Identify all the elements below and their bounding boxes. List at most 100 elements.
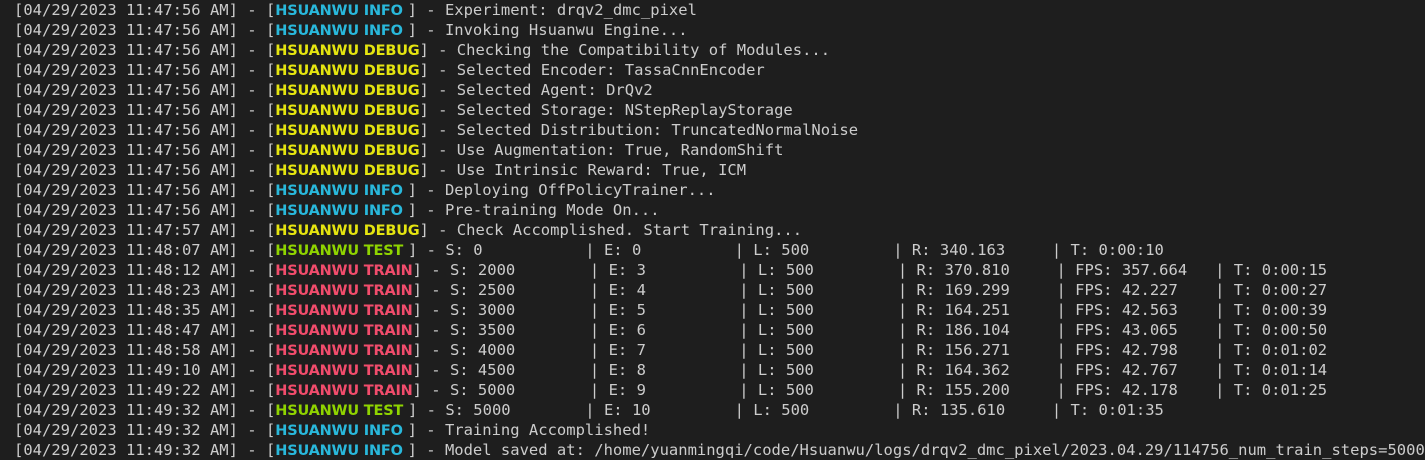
log-timestamp: [04/29/2023 11:48:07 AM] — [14, 241, 238, 259]
log-level: DEBUG — [363, 43, 420, 59]
log-separator: ] - — [412, 281, 450, 299]
log-line: [04/29/2023 11:48:58 AM] - [HSUANWU TRAI… — [14, 340, 1425, 360]
log-level-tag: HSUANWU DEBUG — [275, 123, 419, 139]
log-brand: HSUANWU — [275, 383, 359, 399]
log-timestamp: [04/29/2023 11:49:32 AM] — [14, 441, 238, 459]
log-timestamp: [04/29/2023 11:49:32 AM] — [14, 401, 238, 419]
log-brand: HSUANWU — [275, 443, 359, 459]
log-message: Model saved at: /home/yuanmingqi/code/Hs… — [444, 441, 1425, 459]
log-line: [04/29/2023 11:47:56 AM] - [HSUANWU INFO… — [14, 200, 1425, 220]
log-brand: HSUANWU — [275, 403, 359, 419]
log-timestamp: [04/29/2023 11:47:56 AM] — [14, 201, 238, 219]
log-separator: ] - — [419, 61, 457, 79]
log-level: INFO — [363, 423, 408, 439]
log-separator: ] - — [419, 101, 457, 119]
log-message: Experiment: drqv2_dmc_pixel — [444, 1, 697, 19]
log-separator: - [ — [237, 161, 276, 179]
log-timestamp: [04/29/2023 11:48:35 AM] — [14, 301, 238, 319]
log-timestamp: [04/29/2023 11:47:56 AM] — [14, 181, 238, 199]
log-level-tag: HSUANWU TRAIN — [275, 283, 413, 299]
log-level-tag: HSUANWU INFO — [275, 203, 407, 219]
log-line: [04/29/2023 11:47:57 AM] - [HSUANWU DEBU… — [14, 220, 1425, 240]
log-timestamp: [04/29/2023 11:47:56 AM] — [14, 81, 238, 99]
log-line: [04/29/2023 11:49:10 AM] - [HSUANWU TRAI… — [14, 360, 1425, 380]
log-message: Selected Agent: DrQv2 — [456, 81, 653, 99]
log-level: INFO — [363, 23, 408, 39]
log-level-tag: HSUANWU TEST — [275, 403, 408, 419]
log-timestamp: [04/29/2023 11:47:56 AM] — [14, 161, 238, 179]
log-line: [04/29/2023 11:47:56 AM] - [HSUANWU DEBU… — [14, 140, 1425, 160]
log-line: [04/29/2023 11:47:56 AM] - [HSUANWU INFO… — [14, 20, 1425, 40]
log-level-tag: HSUANWU DEBUG — [275, 63, 419, 79]
log-level: DEBUG — [363, 103, 420, 119]
log-separator: - [ — [237, 441, 276, 459]
log-level-tag: HSUANWU INFO — [275, 3, 407, 19]
log-message: S: 5000 | E: 9 | L: 500 | R: 155.200 | F… — [449, 381, 1328, 399]
log-line: [04/29/2023 11:48:23 AM] - [HSUANWU TRAI… — [14, 280, 1425, 300]
log-level: DEBUG — [363, 83, 420, 99]
log-timestamp: [04/29/2023 11:47:57 AM] — [14, 221, 238, 239]
log-level-tag: HSUANWU TRAIN — [275, 363, 413, 379]
log-line: [04/29/2023 11:47:56 AM] - [HSUANWU INFO… — [14, 0, 1425, 20]
log-separator: - [ — [237, 1, 276, 19]
log-separator: ] - — [412, 341, 450, 359]
log-separator: - [ — [237, 341, 276, 359]
log-message: S: 2500 | E: 4 | L: 500 | R: 169.299 | F… — [449, 281, 1328, 299]
log-separator: ] - — [407, 201, 445, 219]
log-separator: - [ — [237, 181, 276, 199]
log-separator: - [ — [237, 401, 276, 419]
log-level: DEBUG — [363, 223, 420, 239]
log-level: TRAIN — [363, 303, 413, 319]
log-separator: ] - — [407, 421, 445, 439]
log-message: Pre-training Mode On... — [444, 201, 660, 219]
terminal-output[interactable]: [04/29/2023 11:47:56 AM] - [HSUANWU INFO… — [0, 0, 1425, 460]
log-separator: ] - — [407, 241, 446, 259]
log-separator: - [ — [237, 21, 276, 39]
log-message: S: 3500 | E: 6 | L: 500 | R: 186.104 | F… — [449, 321, 1328, 339]
log-message: Checking the Compatibility of Modules... — [456, 41, 831, 59]
log-line: [04/29/2023 11:48:12 AM] - [HSUANWU TRAI… — [14, 260, 1425, 280]
log-level-tag: HSUANWU TRAIN — [275, 303, 413, 319]
log-timestamp: [04/29/2023 11:47:56 AM] — [14, 101, 238, 119]
log-line: [04/29/2023 11:47:56 AM] - [HSUANWU DEBU… — [14, 160, 1425, 180]
log-level: INFO — [363, 203, 408, 219]
log-line: [04/29/2023 11:48:47 AM] - [HSUANWU TRAI… — [14, 320, 1425, 340]
log-separator: - [ — [237, 41, 276, 59]
log-level: TRAIN — [363, 323, 413, 339]
log-message: Selected Distribution: TruncatedNormalNo… — [456, 121, 859, 139]
log-level: TRAIN — [363, 383, 413, 399]
log-brand: HSUANWU — [275, 123, 359, 139]
log-line: [04/29/2023 11:49:32 AM] - [HSUANWU INFO… — [14, 440, 1425, 460]
log-timestamp: [04/29/2023 11:48:23 AM] — [14, 281, 238, 299]
log-line: [04/29/2023 11:48:35 AM] - [HSUANWU TRAI… — [14, 300, 1425, 320]
log-separator: ] - — [419, 41, 457, 59]
log-separator: ] - — [407, 401, 446, 419]
log-line: [04/29/2023 11:47:56 AM] - [HSUANWU DEBU… — [14, 100, 1425, 120]
log-timestamp: [04/29/2023 11:49:22 AM] — [14, 381, 238, 399]
log-level: INFO — [363, 183, 408, 199]
log-brand: HSUANWU — [275, 143, 359, 159]
log-separator: - [ — [237, 421, 276, 439]
log-brand: HSUANWU — [275, 363, 359, 379]
log-brand: HSUANWU — [275, 3, 359, 19]
log-brand: HSUANWU — [275, 63, 359, 79]
log-message: Use Intrinsic Reward: True, ICM — [456, 161, 747, 179]
log-line: [04/29/2023 11:49:32 AM] - [HSUANWU TEST… — [14, 400, 1425, 420]
log-level-tag: HSUANWU TRAIN — [275, 263, 413, 279]
log-level: TRAIN — [363, 363, 413, 379]
log-brand: HSUANWU — [275, 183, 359, 199]
log-separator: ] - — [419, 81, 457, 99]
log-separator: ] - — [407, 21, 445, 39]
log-brand: HSUANWU — [275, 283, 359, 299]
log-level-tag: HSUANWU DEBUG — [275, 83, 419, 99]
log-message: S: 2000 | E: 3 | L: 500 | R: 370.810 | F… — [449, 261, 1328, 279]
log-level-tag: HSUANWU INFO — [275, 443, 407, 459]
log-level-tag: HSUANWU DEBUG — [275, 143, 419, 159]
log-brand: HSUANWU — [275, 103, 359, 119]
log-level: DEBUG — [363, 143, 420, 159]
log-brand: HSUANWU — [275, 243, 359, 259]
log-line: [04/29/2023 11:47:56 AM] - [HSUANWU DEBU… — [14, 80, 1425, 100]
log-level: TRAIN — [363, 343, 413, 359]
log-separator: - [ — [237, 221, 276, 239]
log-level-tag: HSUANWU TRAIN — [275, 383, 413, 399]
